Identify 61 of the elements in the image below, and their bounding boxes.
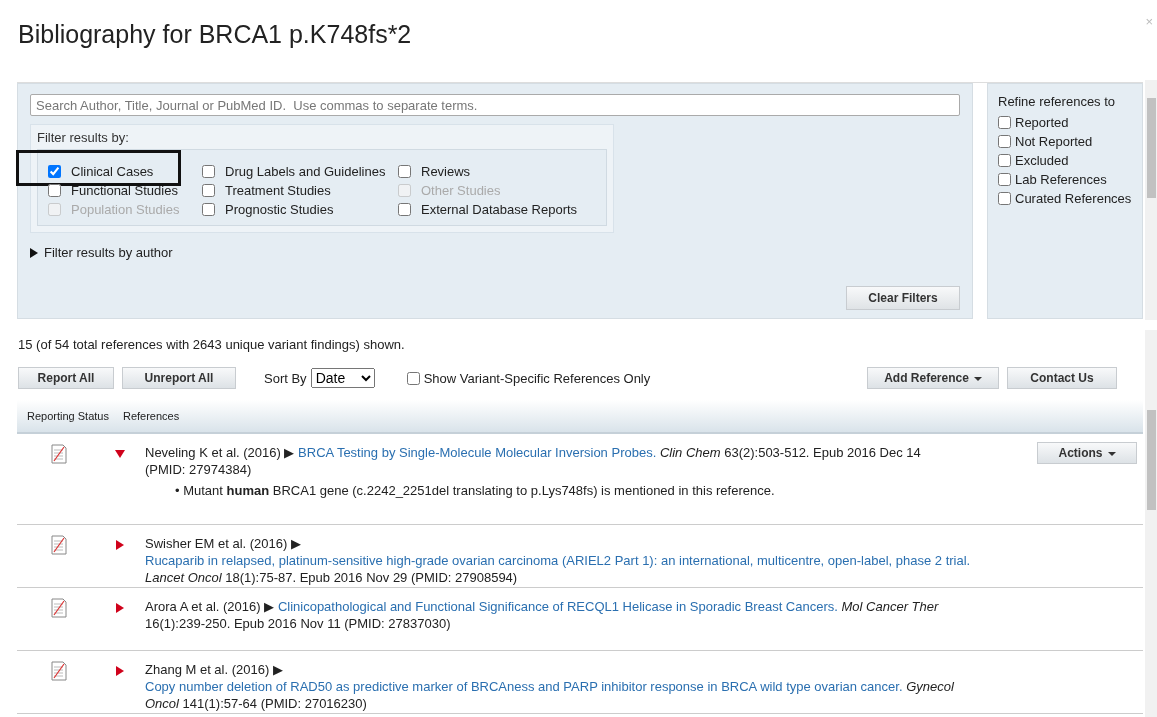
filter-option[interactable]: External Database Reports <box>398 202 596 217</box>
search-field[interactable]: Search Author, Title, Journal or PubMed ID. Use commas to separate terms. <box>30 94 960 116</box>
filter-option[interactable]: Reviews <box>398 164 596 179</box>
checkbox[interactable] <box>202 203 215 216</box>
checkbox[interactable] <box>48 184 61 197</box>
variant-only-option[interactable]: Show Variant-Specific References Only <box>406 370 651 386</box>
checkbox[interactable] <box>48 165 61 178</box>
checkbox[interactable] <box>202 165 215 178</box>
filter-option[interactable]: Treatment Studies <box>202 183 398 198</box>
expand-triangle-icon[interactable] <box>30 247 38 258</box>
unreport-all-button[interactable]: Unreport All <box>122 367 236 389</box>
reference-link[interactable]: Copy number deletion of RAD50 as predictive marker of BRCAness and PARP inhibitor response in BRCA wild type ovarian cancer. <box>145 679 903 694</box>
refine-option[interactable]: Curated References <box>998 191 1132 206</box>
checkbox[interactable] <box>998 116 1011 129</box>
expand-toggle-icon[interactable] <box>115 449 125 459</box>
checkbox[interactable] <box>998 192 1011 205</box>
refine-option[interactable]: Not Reported <box>998 134 1132 149</box>
refine-option[interactable]: Reported <box>998 115 1132 130</box>
checkbox[interactable] <box>202 184 215 197</box>
dialog-title: Bibliography for BRCA1 p.K748fs*2 <box>18 20 412 49</box>
actions-button[interactable]: Actions <box>1037 442 1137 464</box>
expand-toggle-icon[interactable] <box>115 603 125 613</box>
filter-option[interactable]: Prognostic Studies <box>202 202 398 217</box>
filter-option[interactable]: Clinical Cases <box>48 164 202 179</box>
add-reference-button[interactable]: Add Reference <box>867 367 999 389</box>
checkbox[interactable] <box>998 173 1011 186</box>
results-summary: 15 (of 54 total references with 2643 unique variant findings) shown. <box>18 337 406 352</box>
refine-option[interactable]: Excluded <box>998 153 1132 168</box>
checkbox[interactable] <box>398 165 411 178</box>
refine-option[interactable]: Lab References <box>998 172 1132 187</box>
reference-link[interactable]: BRCA Testing by Single-Molecule Molecular Inversion Probes. <box>298 445 657 460</box>
filter-label: Filter results by: <box>37 130 130 145</box>
document-icon[interactable] <box>50 444 68 464</box>
filter-option[interactable]: Functional Studies <box>48 183 202 198</box>
reference-note: • Mutant human BRCA1 gene (c.2242_2251del translating to p.Lys748fs) is mentioned in this reference. <box>175 482 776 499</box>
column-header[interactable]: Reporting Status <box>27 410 109 422</box>
scrollbar[interactable] <box>1145 80 1157 320</box>
checkbox[interactable] <box>998 154 1011 167</box>
document-icon[interactable] <box>50 535 68 555</box>
reference-citation: Zhang M et al. (2016) ▶ Copy number deletion of RAD50 as predictive marker of BRCAness and PARP inhibitor response in BRCA wild type ovarian cancer. Gynecol Oncol 141(1):57-64 (PMID: 27016230) <box>145 661 955 712</box>
scrollbar[interactable] <box>1145 330 1157 717</box>
column-header[interactable]: References <box>122 410 180 422</box>
reference-link[interactable]: Clinicopathological and Functional Significance of RECQL1 Helicase in Sporadic Breast Cancers. <box>277 599 838 614</box>
author-filter-toggle[interactable]: Filter results by author <box>30 245 960 260</box>
checkbox[interactable] <box>998 135 1011 148</box>
refine-title: Refine references to <box>998 94 1117 109</box>
reference-link[interactable]: Rucaparib in relapsed, platinum-sensitive high-grade ovarian carcinoma (ARIEL2 Part 1): an international, multicentre, open-label, phase 2 trial. <box>145 553 971 568</box>
checkbox[interactable] <box>406 371 420 385</box>
expand-toggle-icon[interactable] <box>115 540 125 550</box>
expand-toggle-icon[interactable] <box>115 666 125 676</box>
clear-filters-button[interactable]: Clear Filters <box>846 286 960 310</box>
reference-citation: Neveling K et al. (2016) ▶ BRCA Testing by Single-Molecule Molecular Inversion Probes. Clin Chem 63(2):503-512. Epub 2016 Dec 14 (PMID: 27974384) <box>145 444 922 478</box>
reference-citation: Arora A et al. (2016) ▶ Clinicopathological and Functional Significance of RECQL1 Helicase in Sporadic Breast Cancers. Mol Cancer Ther 16(1):239-250. Epub 2016 Nov 11 (PMID: 27837030) <box>145 598 940 632</box>
sort-label: Sort By <box>264 370 307 386</box>
document-icon[interactable] <box>50 661 68 681</box>
filter-option[interactable]: Drug Labels and Guidelines <box>202 164 398 179</box>
sort-dropdown[interactable]: Date <box>310 368 375 388</box>
checkbox[interactable] <box>398 203 411 216</box>
report-all-button[interactable]: Report All <box>18 367 114 389</box>
document-icon[interactable] <box>50 598 68 618</box>
contact-us-button[interactable]: Contact Us <box>1007 367 1117 389</box>
